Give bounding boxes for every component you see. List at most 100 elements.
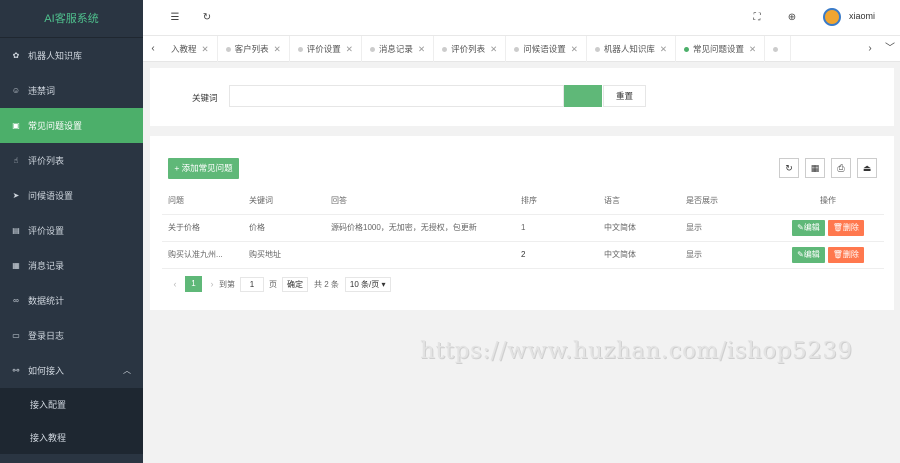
export-icon[interactable]: ⏏ <box>857 158 877 178</box>
cell-answer <box>325 241 515 269</box>
calendar-icon: ▭ <box>12 331 20 340</box>
close-icon[interactable]: ✕ <box>660 44 667 54</box>
link-icon: ⚯ <box>12 366 20 375</box>
tab-label: 客户列表 <box>234 43 269 54</box>
close-icon[interactable]: ✕ <box>346 44 353 54</box>
column-header[interactable]: 问题 <box>162 187 243 215</box>
sidebar-item-how-to-integrate[interactable]: ⚯ 如何接入 ︿ <box>0 353 143 388</box>
refresh-table-icon[interactable]: ↻ <box>779 158 799 178</box>
column-header[interactable]: 关键词 <box>243 187 325 215</box>
tab-dot <box>773 46 779 52</box>
page-size-select[interactable]: 10 条/页 ▾ <box>344 276 391 292</box>
next-page-icon[interactable]: › <box>205 279 219 289</box>
delete-button[interactable]: 🗑删除 <box>827 246 864 263</box>
sidebar-item-label: 消息记录 <box>28 261 65 271</box>
sidebar-item-label: 如何接入 <box>28 366 65 376</box>
top-header: ☰ ↻ ⛶ ⊕ xiaomi <box>143 0 900 36</box>
table-row[interactable]: 关于价格 价格 源码价格1000，无加密，无授权，包更新 1 中文简体 显示 ✎… <box>162 214 884 242</box>
menu-toggle-icon[interactable]: ☰ <box>167 10 183 26</box>
close-icon[interactable]: ✕ <box>749 44 756 54</box>
tab-dot <box>683 46 689 52</box>
cell-keyword: 价格 <box>243 214 325 242</box>
print-icon[interactable]: ⎙ <box>831 158 851 178</box>
sidebar-item-review-list[interactable]: ☝ 评价列表 <box>0 143 143 178</box>
sidebar-item-greeting-settings[interactable]: ➤ 问候语设置 <box>0 178 143 213</box>
close-icon[interactable]: ✕ <box>571 44 578 54</box>
tab-dot <box>442 46 448 52</box>
close-icon[interactable]: ✕ <box>490 44 497 54</box>
add-faq-button[interactable]: + 添加常见问题 <box>168 158 239 179</box>
avatar[interactable] <box>823 8 841 26</box>
watermark: https://www.huzhan.com/ishop5239 <box>420 338 853 364</box>
close-icon[interactable]: ✕ <box>274 44 281 54</box>
log-icon: ▦ <box>12 261 20 270</box>
tab-label: 常见问题设置 <box>692 43 744 54</box>
like-icon: ☝ <box>13 156 19 165</box>
sidebar-subitem-integration-tutorial[interactable]: 接入教程 <box>0 421 143 454</box>
tab-integration-tutorial[interactable]: 入教程 ✕ <box>163 35 218 62</box>
tab-review-settings[interactable]: 评价设置 ✕ <box>290 35 362 62</box>
tab-faq-settings[interactable]: 常见问题设置 ✕ <box>676 35 766 62</box>
sidebar-item-statistics[interactable]: ∞ 数据统计 <box>0 283 143 318</box>
tab-strip: 入教程 ✕ 客户列表 ✕ 评价设置 ✕ 消息记录 ✕ 评价列表 ✕ 问候语设置 ✕ 机器人知… <box>163 35 860 62</box>
sidebar-item-faq-settings[interactable]: ▣ 常见问题设置 <box>0 108 143 143</box>
tab-overflow[interactable] <box>765 35 792 62</box>
total-count: 共 2 条 <box>314 279 339 289</box>
tab-greeting-settings[interactable]: 问候语设置 ✕ <box>506 35 587 62</box>
edit-button[interactable]: ✎编辑 <box>792 246 825 263</box>
tab-robot-knowledge[interactable]: 机器人知识库 ✕ <box>587 35 676 62</box>
tab-label: 评价设置 <box>306 43 341 54</box>
current-page[interactable]: 1 <box>185 276 202 292</box>
cell-answer: 源码价格1000，无加密，无授权，包更新 <box>325 214 515 242</box>
sidebar-item-login-log[interactable]: ▭ 登录日志 <box>0 318 143 353</box>
chevron-down-icon[interactable]: ﹀ <box>880 36 900 62</box>
sidebar-item-review-settings[interactable]: ▤ 评价设置 <box>0 213 143 248</box>
search-button[interactable] <box>564 85 602 107</box>
username[interactable]: xiaomi <box>849 11 875 21</box>
question-icon: ▣ <box>12 121 20 130</box>
tab-label: 评价列表 <box>451 43 486 54</box>
refresh-icon[interactable]: ↻ <box>199 10 215 26</box>
column-header[interactable]: 排序 <box>515 187 598 215</box>
tab-scroll-right-icon[interactable]: › <box>860 36 880 62</box>
tab-scroll-left-icon[interactable]: ‹ <box>143 36 163 62</box>
table-row[interactable]: 购买认准九州... 购买地址 2 中文简体 显示 ✎编辑 🗑删除 <box>162 241 884 269</box>
app-logo[interactable]: AI客服系统 <box>0 0 143 38</box>
edit-button[interactable]: ✎编辑 <box>792 219 825 236</box>
sidebar-item-label: 违禁词 <box>28 86 56 96</box>
prev-page-icon[interactable]: ‹ <box>168 279 182 289</box>
sidebar-item-label: 评价设置 <box>28 226 65 236</box>
cell-language: 中文简体 <box>598 241 680 269</box>
goto-page-input[interactable]: 1 <box>240 276 264 292</box>
globe-icon[interactable]: ⊕ <box>784 10 800 26</box>
stats-icon: ∞ <box>13 296 19 305</box>
reset-button[interactable]: 重置 <box>603 85 646 107</box>
sidebar-subitem-integration-config[interactable]: 接入配置 <box>0 388 143 421</box>
cell-question: 购买认准九州... <box>162 241 243 269</box>
keyword-input[interactable] <box>229 85 564 107</box>
tab-label: 问候语设置 <box>523 43 566 54</box>
tab-customer-list[interactable]: 客户列表 ✕ <box>218 35 290 62</box>
cell-show: 显示 <box>680 241 772 269</box>
columns-filter-icon[interactable]: ▦ <box>805 158 825 178</box>
sidebar-item-robot-knowledge[interactable]: ✿ 机器人知识库 <box>0 38 143 73</box>
column-header[interactable]: 语言 <box>598 187 680 215</box>
fullscreen-icon[interactable]: ⛶ <box>749 10 765 26</box>
close-icon[interactable]: ✕ <box>418 44 425 54</box>
close-icon[interactable]: ✕ <box>202 44 209 54</box>
sidebar-item-message-log[interactable]: ▦ 消息记录 <box>0 248 143 283</box>
goto-confirm-button[interactable]: 确定 <box>282 276 308 292</box>
tab-review-list[interactable]: 评价列表 ✕ <box>434 35 507 62</box>
sidebar-item-label: 常见问题设置 <box>28 121 83 131</box>
keyword-label: 关键词 <box>192 93 218 103</box>
faq-table: 问题 关键词 回答 排序 语言 是否展示 操作 关于价格 价格 源码价格1000… <box>162 187 884 269</box>
tab-message-log[interactable]: 消息记录 ✕ <box>362 35 435 62</box>
delete-button[interactable]: 🗑删除 <box>827 219 864 236</box>
tab-label: 入教程 <box>171 43 197 54</box>
goto-label: 到第 <box>219 279 235 289</box>
sidebar-item-label: 数据统计 <box>28 296 65 306</box>
column-header[interactable]: 回答 <box>325 187 515 215</box>
sidebar-item-forbidden-words[interactable]: ☺ 违禁词 <box>0 73 143 108</box>
column-header[interactable]: 是否展示 <box>680 187 772 215</box>
tab-dot <box>514 46 520 52</box>
